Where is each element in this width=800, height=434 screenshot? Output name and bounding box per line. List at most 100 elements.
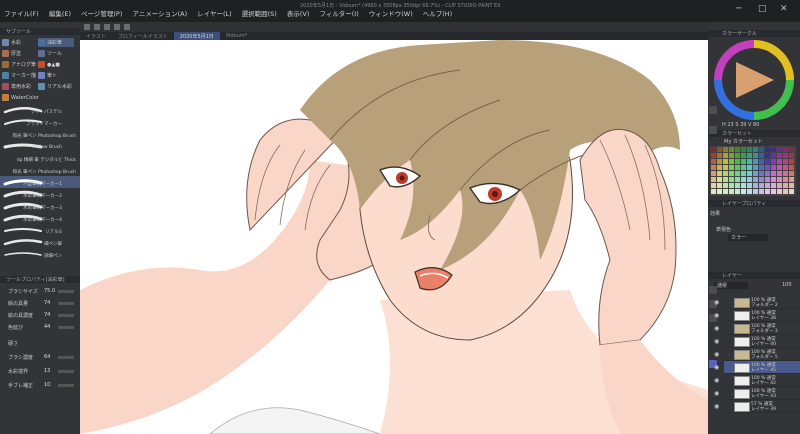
- subtool-1[interactable]: 油彩筆: [38, 38, 74, 47]
- palette-swatch[interactable]: [759, 183, 764, 188]
- subtool-9[interactable]: リアル水彩: [38, 82, 74, 91]
- layer-row[interactable]: ◉ 100 % 通常 レイヤー 38: [714, 309, 800, 322]
- palette-swatch[interactable]: [753, 159, 758, 164]
- brush-item-7[interactable]: 水彩筆状マーカー2: [0, 188, 80, 200]
- menu-page[interactable]: ページ管理(P): [81, 8, 122, 18]
- prop-paint-amount[interactable]: 絵の具量 74: [0, 298, 80, 309]
- subtool-10[interactable]: WaterColor: [2, 93, 42, 102]
- menu-file[interactable]: ファイル(F): [4, 8, 39, 18]
- menu-selection[interactable]: 選択範囲(S): [242, 8, 277, 18]
- palette-swatch[interactable]: [771, 159, 776, 164]
- menu-animation[interactable]: アニメーション(A): [132, 8, 187, 18]
- drawing-canvas[interactable]: [80, 40, 708, 434]
- eye-icon[interactable]: ◉: [714, 390, 719, 397]
- palette-swatch[interactable]: [717, 177, 722, 182]
- palette-swatch[interactable]: [777, 189, 782, 194]
- color-palette-grid[interactable]: [710, 146, 796, 196]
- palette-swatch[interactable]: [783, 177, 788, 182]
- subtool-8[interactable]: 専用水彩: [2, 82, 36, 91]
- palette-swatch[interactable]: [723, 183, 728, 188]
- palette-swatch[interactable]: [741, 153, 746, 158]
- palette-swatch[interactable]: [711, 183, 716, 188]
- palette-swatch[interactable]: [735, 159, 740, 164]
- palette-swatch[interactable]: [735, 147, 740, 152]
- palette-swatch[interactable]: [783, 153, 788, 158]
- opacity-value[interactable]: 100: [782, 282, 792, 288]
- layer-row[interactable]: ◉ 100 % 通常 レイヤー 40: [714, 335, 800, 348]
- palette-swatch[interactable]: [753, 165, 758, 170]
- prop-watercolor-edge[interactable]: 水彩境界 13: [0, 366, 80, 377]
- palette-swatch[interactable]: [723, 159, 728, 164]
- layer-tool-icon[interactable]: [709, 286, 717, 294]
- palette-swatch[interactable]: [729, 189, 734, 194]
- palette-swatch[interactable]: [711, 147, 716, 152]
- subtool-7[interactable]: 筆ト: [38, 71, 74, 80]
- palette-swatch[interactable]: [777, 153, 782, 158]
- palette-swatch[interactable]: [741, 165, 746, 170]
- subtool-2[interactable]: 厚塗: [2, 49, 36, 58]
- layer-row[interactable]: ◉ 57 % 通常 レイヤー 39: [714, 400, 800, 413]
- palette-swatch[interactable]: [723, 165, 728, 170]
- palette-swatch[interactable]: [759, 189, 764, 194]
- menu-filter[interactable]: フィルター(I): [319, 8, 358, 18]
- prop-stabilization[interactable]: 手ブレ補正 10: [0, 380, 80, 391]
- palette-swatch[interactable]: [771, 183, 776, 188]
- palette-swatch[interactable]: [723, 177, 728, 182]
- palette-swatch[interactable]: [729, 147, 734, 152]
- panel-toggle-icon[interactable]: [709, 106, 717, 114]
- palette-swatch[interactable]: [741, 171, 746, 176]
- palette-swatch[interactable]: [729, 183, 734, 188]
- palette-swatch[interactable]: [729, 165, 734, 170]
- palette-swatch[interactable]: [759, 159, 764, 164]
- palette-swatch[interactable]: [717, 189, 722, 194]
- layer-row[interactable]: ◉ 100 % 通常 レイヤー 42: [714, 374, 800, 387]
- eye-icon[interactable]: ◉: [714, 403, 719, 410]
- palette-swatch[interactable]: [783, 189, 788, 194]
- prop-color-stretch[interactable]: 色延び 44: [0, 322, 80, 333]
- palette-swatch[interactable]: [753, 177, 758, 182]
- palette-swatch[interactable]: [771, 147, 776, 152]
- menu-window[interactable]: ウィンドウ(W): [369, 8, 413, 18]
- palette-swatch[interactable]: [789, 183, 794, 188]
- palette-swatch[interactable]: [711, 165, 716, 170]
- menu-help[interactable]: ヘルプ(H): [423, 8, 452, 18]
- palette-swatch[interactable]: [783, 183, 788, 188]
- palette-swatch[interactable]: [759, 153, 764, 158]
- palette-swatch[interactable]: [777, 171, 782, 176]
- brush-item-3[interactable]: Mellow Brush: [0, 140, 80, 152]
- eye-icon[interactable]: ◉: [714, 364, 719, 371]
- prop-hardness[interactable]: 硬さ: [0, 338, 80, 349]
- palette-swatch[interactable]: [735, 165, 740, 170]
- palette-swatch[interactable]: [729, 159, 734, 164]
- palette-swatch[interactable]: [771, 177, 776, 182]
- color-set-name[interactable]: My カラーセット: [724, 138, 763, 145]
- subtool-4[interactable]: アナログ筆: [2, 60, 36, 69]
- brush-item-0[interactable]: ライトパステル: [0, 104, 80, 116]
- color-wheel[interactable]: [714, 40, 794, 120]
- palette-swatch[interactable]: [777, 183, 782, 188]
- palette-swatch[interactable]: [717, 165, 722, 170]
- palette-swatch[interactable]: [765, 189, 770, 194]
- prop-brush-density[interactable]: ブラシ濃度 64: [0, 352, 80, 363]
- menu-layer[interactable]: レイヤー(L): [197, 8, 232, 18]
- palette-swatch[interactable]: [753, 171, 758, 176]
- layer-row-selected[interactable]: ◉ 100 % 通常 レイヤー 45: [714, 361, 800, 374]
- palette-swatch[interactable]: [765, 177, 770, 182]
- subtool-3[interactable]: ツール: [38, 49, 74, 58]
- palette-swatch[interactable]: [735, 153, 740, 158]
- palette-swatch[interactable]: [771, 153, 776, 158]
- palette-swatch[interactable]: [729, 177, 734, 182]
- palette-swatch[interactable]: [735, 189, 740, 194]
- palette-swatch[interactable]: [747, 147, 752, 152]
- palette-swatch[interactable]: [741, 189, 746, 194]
- brush-item-4[interactable]: dp 精細 筆 デジタルと Thick: [0, 152, 80, 164]
- palette-swatch[interactable]: [759, 171, 764, 176]
- brush-item-8[interactable]: 水彩筆状マーカー3: [0, 200, 80, 212]
- eye-icon[interactable]: ◉: [714, 312, 719, 319]
- eye-icon[interactable]: ◉: [714, 351, 719, 358]
- palette-swatch[interactable]: [789, 171, 794, 176]
- palette-swatch[interactable]: [783, 165, 788, 170]
- palette-swatch[interactable]: [789, 159, 794, 164]
- palette-swatch[interactable]: [747, 171, 752, 176]
- palette-swatch[interactable]: [735, 171, 740, 176]
